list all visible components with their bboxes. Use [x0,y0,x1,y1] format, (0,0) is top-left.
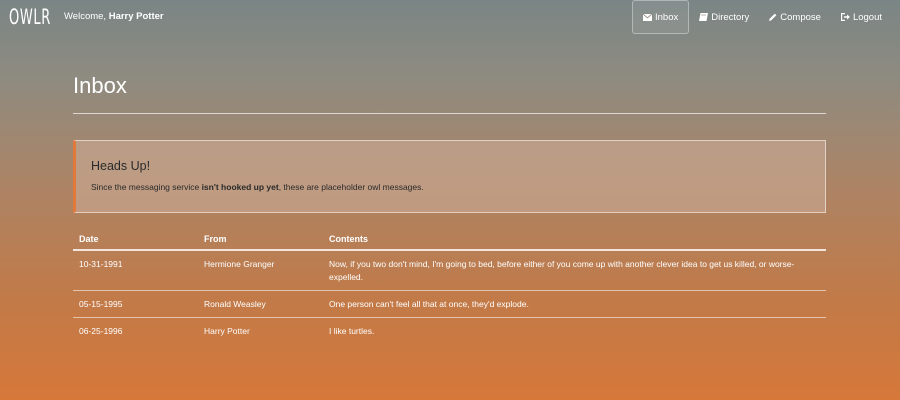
message-contents: I like turtles. [329,326,375,336]
nav-directory[interactable]: Directory [689,1,759,33]
messages-table: Date From Contents 10-31-1991 Hermione G… [73,229,826,344]
table-row[interactable]: 05-15-1995 Ronald Weasley One person can… [73,290,826,318]
nav-links: Inbox Directory Compose Logout [632,0,892,34]
alert-body-suffix: , these are placeholder owl messages. [278,182,424,192]
alert-heading: Heads Up! [91,159,151,173]
welcome-message: Welcome, Harry Potter [64,11,164,22]
alert-body: Since the messaging service isn't hooked… [91,182,424,192]
page-title: Inbox [73,73,127,98]
logout-icon [840,13,850,21]
message-from: Hermione Granger [198,250,323,291]
table-row[interactable]: 06-25-1996 Harry Potter I like turtles. [73,318,826,345]
message-date: 10-31-1991 [73,250,198,291]
heads-up-alert: Heads Up! Since the messaging service is… [73,140,826,213]
nav-logout-label: Logout [852,11,882,23]
message-date: 05-15-1995 [73,290,198,318]
message-contents: One person can't feel all that at once, … [323,290,826,318]
navbar: OWLR Welcome, Harry Potter Inbox Directo… [0,0,900,34]
nav-logout[interactable]: Logout [831,1,892,33]
pencil-icon [769,13,777,21]
title-divider [73,113,826,114]
message-from: Harry Potter [204,326,250,336]
nav-compose[interactable]: Compose [759,1,831,33]
envelope-icon [643,13,652,21]
book-icon [699,13,709,21]
message-date: 06-25-1996 [79,326,123,336]
header-from: From [198,229,323,251]
alert-body-prefix: Since the messaging service [91,182,202,192]
message-contents: Now, if you two don't mind, I'm going to… [323,250,826,291]
brand-logo[interactable]: OWLR [9,5,51,29]
nav-directory-label: Directory [711,11,750,23]
message-from: Ronald Weasley [198,290,323,318]
nav-inbox[interactable]: Inbox [632,0,690,34]
header-date: Date [73,229,198,251]
alert-body-bold: isn't hooked up yet [201,182,279,192]
table-row[interactable]: 10-31-1991 Hermione Granger Now, if you … [73,250,826,291]
header-contents: Contents [323,229,826,251]
user-name: Harry Potter [108,11,164,22]
nav-compose-label: Compose [780,11,821,23]
welcome-prefix: Welcome, [64,11,109,22]
table-header-row: Date From Contents [73,229,826,251]
nav-inbox-label: Inbox [655,11,679,23]
